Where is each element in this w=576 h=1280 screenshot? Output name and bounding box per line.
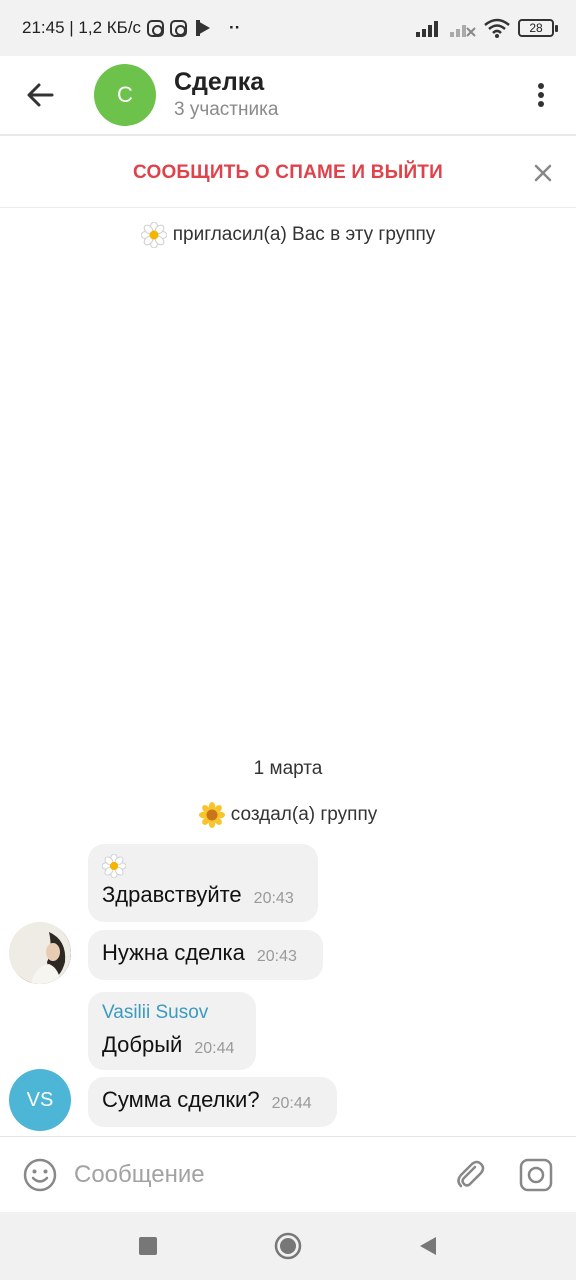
person-photo-icon	[9, 922, 71, 984]
created-text: создал(а) группу	[230, 804, 378, 825]
message-time: 20:44	[271, 1095, 312, 1112]
message-bubble[interactable]: Здравствуйте 20:43	[88, 844, 318, 922]
message-composer	[0, 1136, 576, 1212]
status-left: 21:45 | 1,2 КБ/с ··	[22, 18, 240, 38]
system-back-button[interactable]	[408, 1226, 448, 1266]
chat-members-count: 3 участника	[174, 99, 279, 120]
message-time: 20:43	[256, 948, 297, 965]
battery-icon: 28	[518, 19, 558, 37]
more-vertical-icon	[538, 83, 544, 107]
report-spam-button[interactable]: СООБЩИТЬ О СПАМЕ И ВЫЙТИ	[133, 162, 443, 184]
close-icon	[534, 164, 552, 182]
group-avatar[interactable]: С	[94, 64, 156, 126]
arrow-left-icon	[27, 83, 54, 107]
sender-name[interactable]: Vasilii Susov	[102, 1002, 242, 1024]
attach-button[interactable]	[450, 1155, 490, 1195]
instagram-icon-2	[170, 19, 188, 37]
home-button[interactable]	[268, 1226, 308, 1266]
chamomile-icon	[140, 222, 167, 248]
message-input[interactable]	[74, 1160, 424, 1189]
back-button[interactable]	[0, 55, 80, 135]
message-text: Добрый	[102, 1032, 183, 1057]
camera-icon	[519, 1158, 553, 1191]
date-label: 1 марта	[253, 758, 323, 779]
instagram-icon	[147, 19, 165, 37]
message-time: 20:44	[194, 1040, 235, 1057]
sender-avatar-photo[interactable]	[9, 922, 71, 984]
message-bubble[interactable]: Vasilii Susov Добрый 20:44	[88, 992, 256, 1070]
chat-header: С Сделка 3 участника	[0, 56, 576, 136]
message-text: Здравствуйте	[102, 882, 242, 907]
message-time: 20:43	[253, 890, 294, 907]
wifi-icon	[484, 18, 510, 38]
triangle-back-icon	[420, 1237, 436, 1255]
service-message-invite: пригласил(а) Вас в эту группу	[0, 222, 576, 248]
status-time-speed: 21:45 | 1,2 КБ/с	[22, 18, 142, 37]
invite-text: пригласил(а) Вас в эту группу	[172, 224, 436, 245]
sender-avatar-initials[interactable]: VS	[9, 1069, 71, 1131]
sunflower-icon	[198, 802, 225, 828]
signal-2-icon	[450, 25, 476, 37]
message-text: Нужна сделка	[102, 940, 245, 965]
system-navigation-bar	[0, 1212, 576, 1280]
service-message-created: создал(а) группу	[0, 802, 576, 828]
camera-button[interactable]	[516, 1155, 556, 1195]
message-bubble[interactable]: Сумма сделки? 20:44	[88, 1077, 337, 1127]
square-icon	[139, 1237, 157, 1255]
date-separator: 1 марта	[0, 758, 576, 780]
chat-info[interactable]: Сделка 3 участника	[174, 67, 278, 123]
chat-title: Сделка	[174, 68, 265, 96]
spam-report-bar: СООБЩИТЬ О СПАМЕ И ВЫЙТИ	[0, 138, 576, 208]
chamomile-icon	[102, 854, 126, 878]
app-notification-icon	[196, 20, 211, 36]
chat-messages-area[interactable]: пригласил(а) Вас в эту группу 1 марта со…	[0, 208, 576, 1136]
status-bar: 21:45 | 1,2 КБ/с ·· 28	[0, 0, 576, 56]
more-options-button[interactable]	[506, 55, 576, 135]
message-bubble[interactable]: Нужна сделка 20:43	[88, 930, 323, 980]
circle-icon	[274, 1232, 302, 1260]
status-right: 28	[416, 18, 558, 38]
more-notifications-dots: ··	[229, 18, 241, 37]
paperclip-icon	[457, 1160, 485, 1187]
emoji-button[interactable]	[20, 1155, 60, 1195]
recent-apps-button[interactable]	[128, 1226, 168, 1266]
signal-icon	[416, 21, 438, 37]
spam-bar-close-button[interactable]	[526, 156, 560, 190]
message-text: Сумма сделки?	[102, 1087, 260, 1112]
smile-icon	[23, 1158, 57, 1191]
